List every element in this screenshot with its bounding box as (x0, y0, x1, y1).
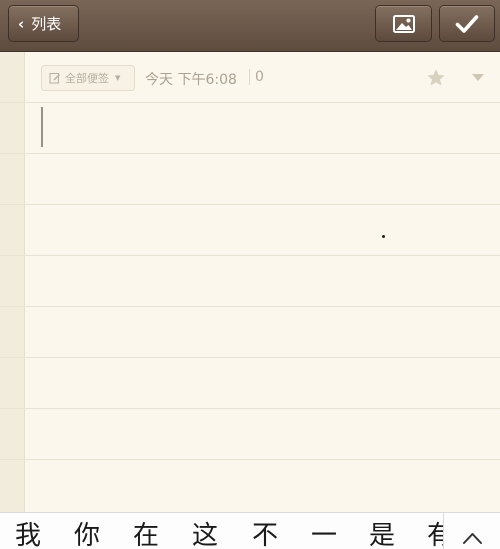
ime-candidate-bar: 我 你 在 这 不 一 是 有 (0, 512, 500, 549)
candidate-word[interactable]: 是 (369, 521, 395, 549)
note-paper: 全部便签 ▼ 今天 下午6:08 0 (0, 52, 500, 512)
edit-note-icon (49, 73, 60, 84)
checkmark-icon (455, 14, 479, 33)
chevron-left-icon: ‹ (18, 14, 25, 33)
note-editor-screen: ‹ 列表 全部便签 ▼ 今天 下午6:08 0 我 你 在 这 不 一 是 有 (0, 0, 500, 549)
meta-divider (249, 69, 250, 85)
caret-down-icon: ▼ (115, 74, 121, 82)
expand-candidates-button[interactable] (443, 513, 500, 549)
back-button-label: 列表 (31, 15, 62, 33)
paper-margin (0, 52, 25, 512)
candidate-word[interactable]: 你 (74, 521, 100, 549)
ruled-line (0, 102, 500, 103)
top-toolbar: ‹ 列表 (0, 0, 500, 52)
star-icon[interactable] (426, 68, 446, 88)
candidate-word[interactable]: 一 (311, 521, 337, 549)
text-cursor (41, 107, 43, 147)
done-button[interactable] (439, 5, 495, 42)
stray-dot (382, 235, 385, 238)
candidate-word[interactable]: 我 (15, 521, 41, 549)
image-icon (392, 14, 415, 33)
candidate-word[interactable]: 这 (192, 521, 218, 549)
insert-image-button[interactable] (375, 5, 432, 42)
character-count: 0 (255, 69, 264, 85)
note-body-input[interactable] (30, 104, 490, 504)
caret-down-icon[interactable] (472, 74, 484, 81)
candidate-word[interactable]: 不 (252, 521, 278, 549)
note-date: 今天 下午6:08 (145, 72, 237, 88)
chevron-up-icon (463, 533, 482, 544)
candidate-word[interactable]: 在 (133, 521, 159, 549)
back-to-list-button[interactable]: ‹ 列表 (8, 5, 79, 42)
folder-tag-dropdown[interactable]: 全部便签 ▼ (41, 65, 135, 91)
folder-tag-label: 全部便签 (65, 72, 109, 85)
